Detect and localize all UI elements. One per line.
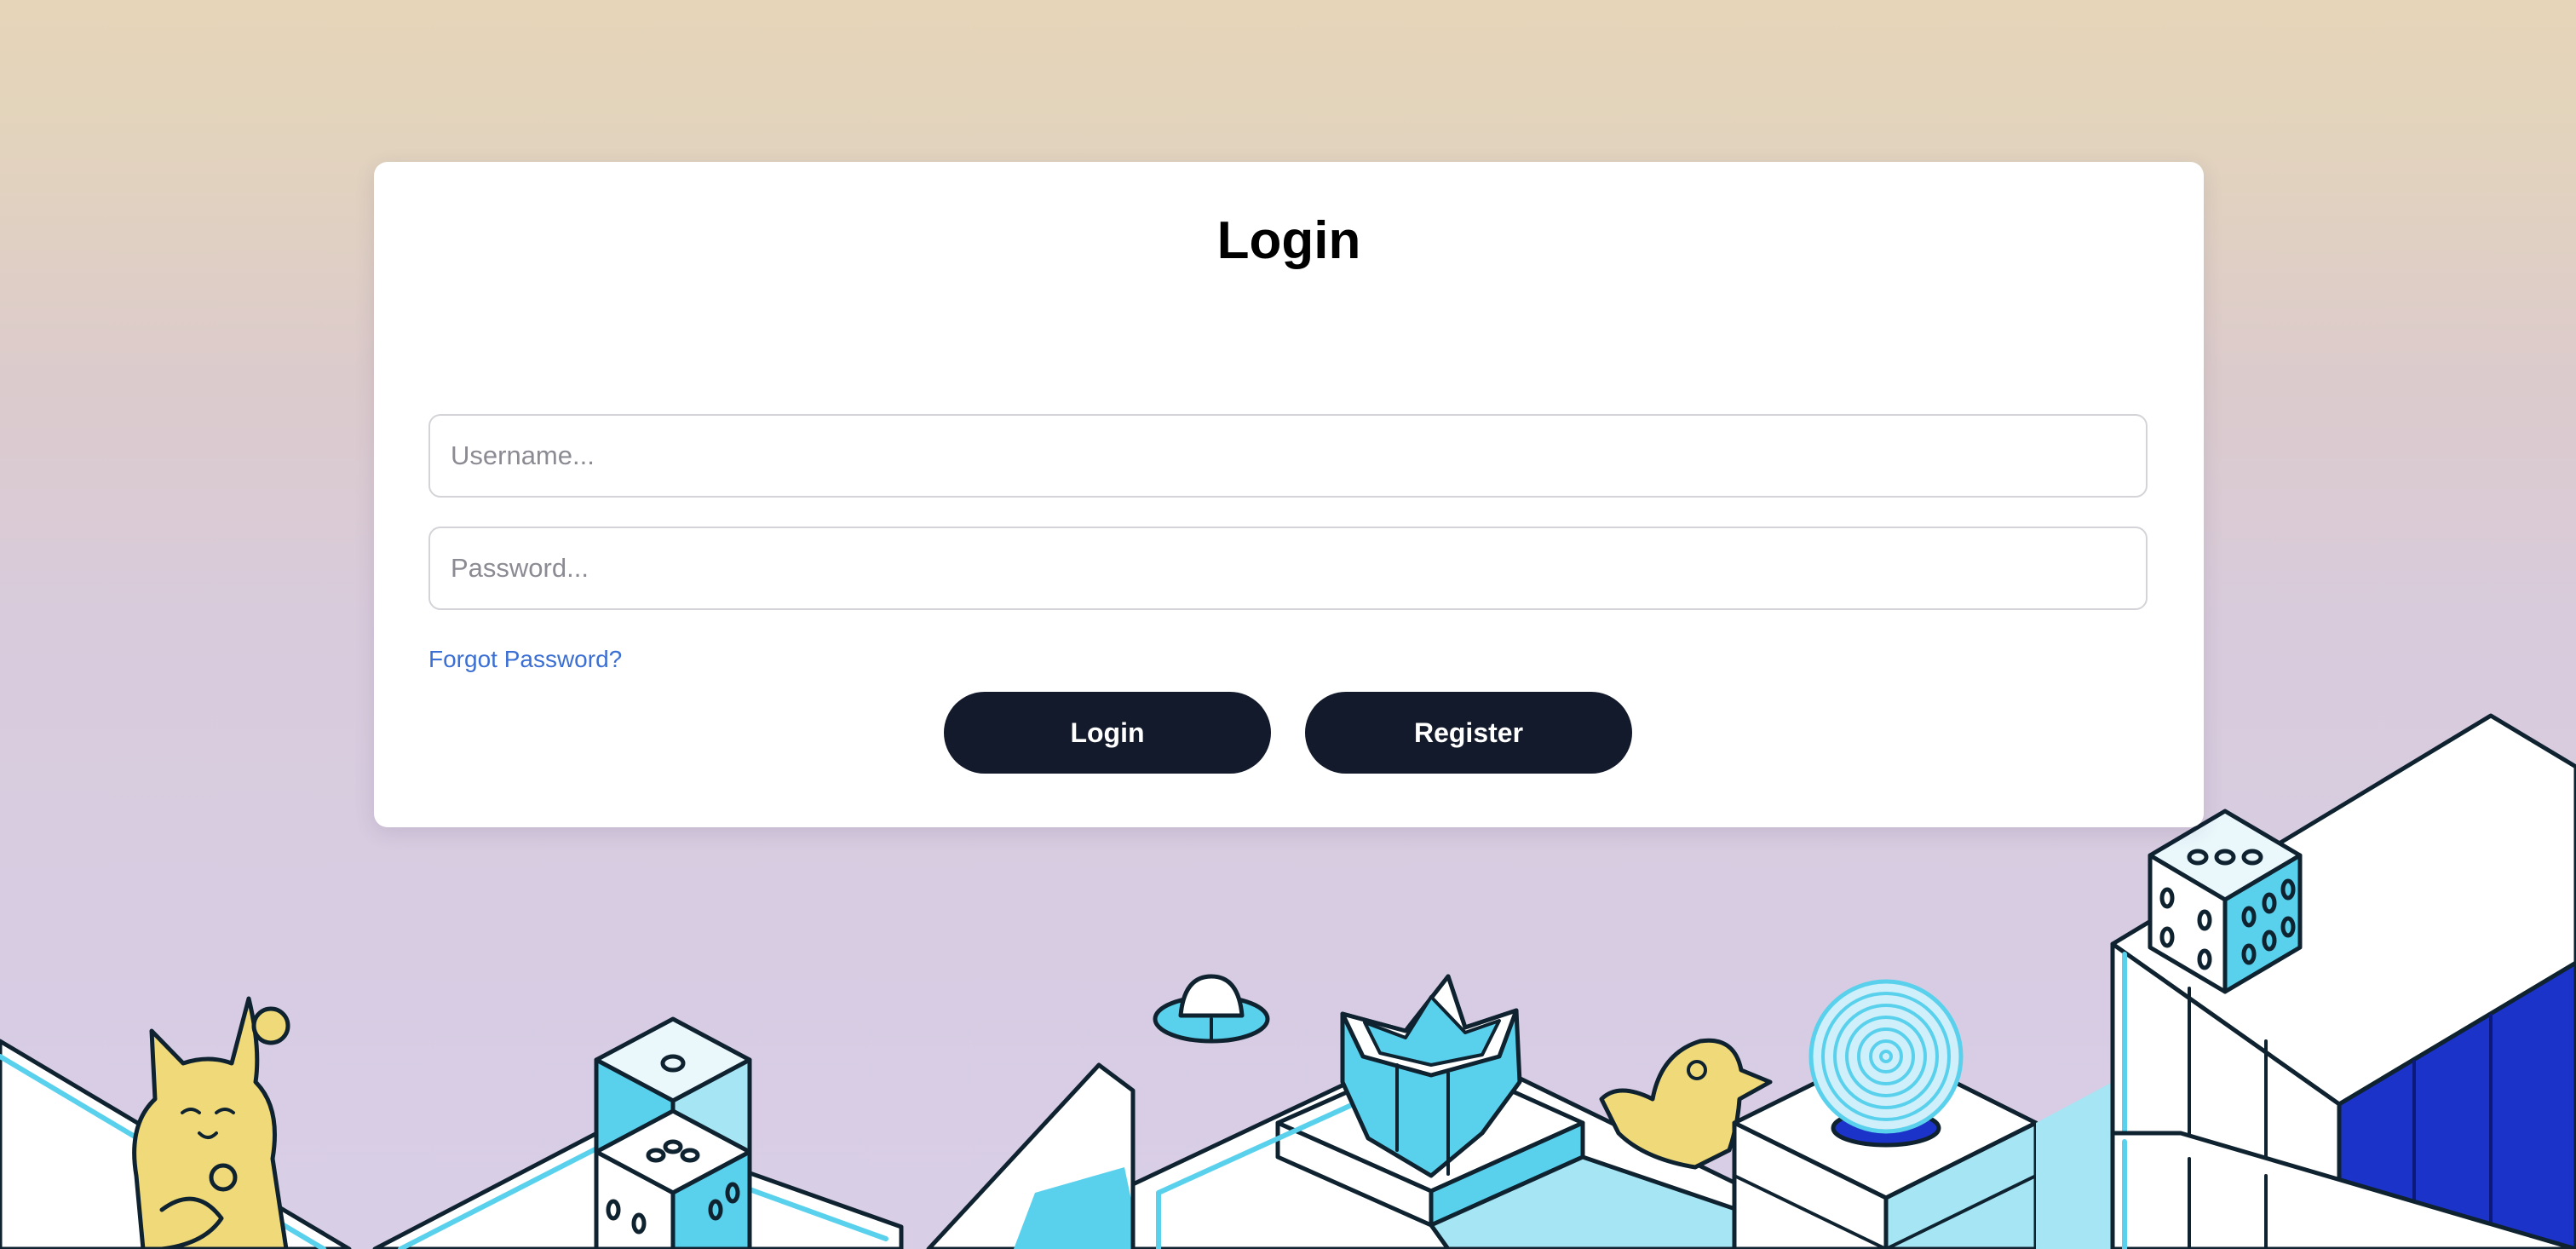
register-button[interactable]: Register [1305,692,1632,774]
ufo-icon [1153,974,1270,1044]
login-button[interactable]: Login [944,692,1271,774]
forgot-password-link[interactable]: Forgot Password? [428,646,622,673]
dice-icon [594,1016,752,1249]
center-slope [926,1062,1141,1249]
lucky-cat-icon [132,996,290,1249]
right-connector [2036,1082,2113,1249]
password-input[interactable] [428,527,2148,610]
page-title: Login [1216,211,1361,270]
username-input[interactable] [428,414,2148,498]
login-card: Login Forgot Password? Login Register [374,162,2204,827]
